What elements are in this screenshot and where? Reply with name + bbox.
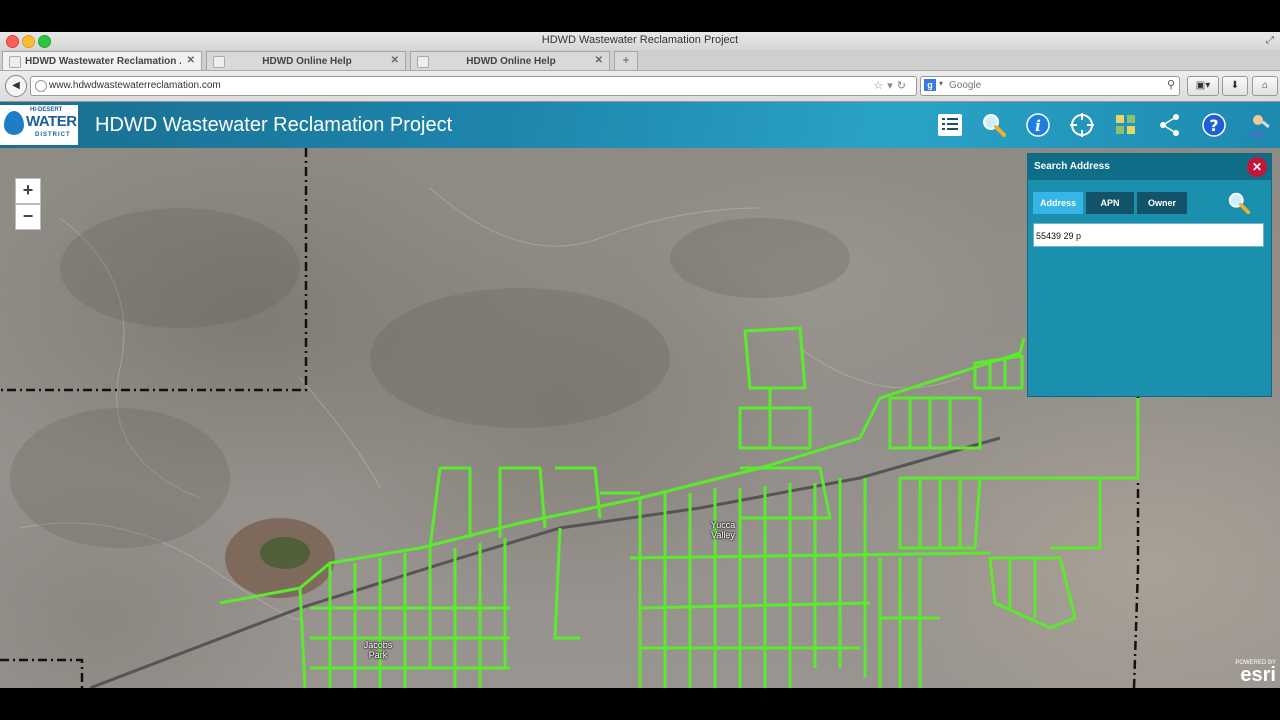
search-placeholder: Google (949, 80, 982, 91)
water-drop-icon (4, 111, 24, 135)
downloads-button[interactable]: ⬇ (1222, 76, 1248, 96)
browser-toolbar: ◀ www.hdwdwastewaterreclamation.com ☆▾↻ … (0, 71, 1280, 102)
star-icon[interactable]: ☆ (873, 80, 887, 92)
search-bar[interactable]: g ▾ Google ⚲ (920, 76, 1180, 96)
info-icon[interactable]: i (1024, 111, 1052, 139)
globe-icon (35, 80, 47, 92)
reload-icon[interactable]: ↻ (897, 80, 910, 92)
tab-address[interactable]: Address (1033, 192, 1083, 214)
user-tools-icon[interactable] (1244, 111, 1272, 139)
tab-hdwd-main[interactable]: HDWD Wastewater Reclamation ... ✕ (2, 51, 202, 70)
search-icon[interactable]: ⚲ (1167, 78, 1175, 91)
search-submit-icon[interactable] (1226, 190, 1252, 216)
tab-online-help-1[interactable]: HDWD Online Help ✕ (206, 51, 406, 70)
favicon-icon (9, 56, 21, 68)
map-view[interactable]: + − Yucca Valley Jacobs Park Search Addr… (0, 148, 1280, 688)
engine-dropdown-icon[interactable]: ▾ (939, 79, 943, 88)
share-icon[interactable] (1156, 111, 1184, 139)
favicon-icon (213, 56, 225, 68)
search-icon[interactable] (980, 111, 1008, 139)
extension-button[interactable]: ▣▾ (1187, 76, 1219, 96)
esri-attribution[interactable]: POWERED BY esri (1235, 660, 1276, 686)
window-title: HDWD Wastewater Reclamation Project (541, 34, 739, 46)
tab-online-help-2[interactable]: HDWD Online Help ✕ (410, 51, 610, 70)
zoom-out-button[interactable]: − (15, 204, 41, 230)
home-button[interactable]: ⌂ (1252, 76, 1278, 96)
hi-desert-water-district-logo[interactable]: HI-DESERT WATER DISTRICT (0, 105, 78, 145)
locate-icon[interactable] (1068, 111, 1096, 139)
list-icon[interactable] (936, 111, 964, 139)
tab-label: HDWD Wastewater Reclamation ... (25, 56, 181, 67)
favicon-icon (417, 56, 429, 68)
address-search-input[interactable]: 55439 29 p (1033, 223, 1264, 247)
google-icon: g (924, 79, 936, 91)
app-header: HI-DESERT WATER DISTRICT HDWD Wastewater… (0, 102, 1280, 148)
close-icon[interactable]: ✕ (1247, 157, 1267, 177)
tab-bar: HDWD Wastewater Reclamation ... ✕ HDWD O… (0, 50, 1280, 71)
dropdown-icon[interactable]: ▾ (887, 80, 897, 92)
new-tab-button[interactable]: + (614, 51, 638, 70)
basemap-grid-icon[interactable] (1112, 111, 1140, 139)
tab-label: HDWD Online Help (262, 56, 352, 67)
svg-text:?: ? (1209, 116, 1218, 135)
fullscreen-icon[interactable]: ⤢ (1266, 35, 1274, 46)
back-button[interactable]: ◀ (5, 75, 27, 97)
tab-close-icon[interactable]: ✕ (187, 55, 195, 66)
app-title: HDWD Wastewater Reclamation Project (95, 114, 453, 136)
screen: HDWD Wastewater Reclamation Project ⤢ HD… (0, 0, 1280, 720)
help-icon[interactable]: ? (1200, 111, 1228, 139)
tab-owner[interactable]: Owner (1137, 192, 1187, 214)
url-actions: ☆▾↻ (873, 79, 910, 92)
tab-label: HDWD Online Help (466, 56, 556, 67)
title-bar: HDWD Wastewater Reclamation Project ⤢ (0, 32, 1280, 50)
esri-logo: esri (1240, 664, 1276, 686)
logo-line-2: WATER (26, 113, 77, 130)
zoom-in-button[interactable]: + (15, 178, 41, 204)
map-label-jacobs-park: Jacobs Park (363, 640, 393, 660)
tab-close-icon[interactable]: ✕ (391, 55, 399, 66)
panel-header: Search Address ✕ (1028, 154, 1271, 180)
tab-close-icon[interactable]: ✕ (595, 55, 603, 66)
logo-line-3: DISTRICT (35, 132, 71, 138)
tab-apn[interactable]: APN (1086, 192, 1134, 214)
panel-title: Search Address (1034, 161, 1110, 172)
web-page: HI-DESERT WATER DISTRICT HDWD Wastewater… (0, 102, 1280, 688)
browser-window: HDWD Wastewater Reclamation Project ⤢ HD… (0, 32, 1280, 688)
map-label-yucca-valley: Yucca Valley (710, 520, 736, 540)
url-text[interactable]: www.hdwdwastewaterreclamation.com (49, 80, 221, 91)
svg-text:i: i (1035, 117, 1041, 135)
search-address-panel: Search Address ✕ Address APN Owner 55439… (1027, 153, 1272, 397)
address-bar[interactable]: www.hdwdwastewaterreclamation.com ☆▾↻ (30, 76, 917, 96)
